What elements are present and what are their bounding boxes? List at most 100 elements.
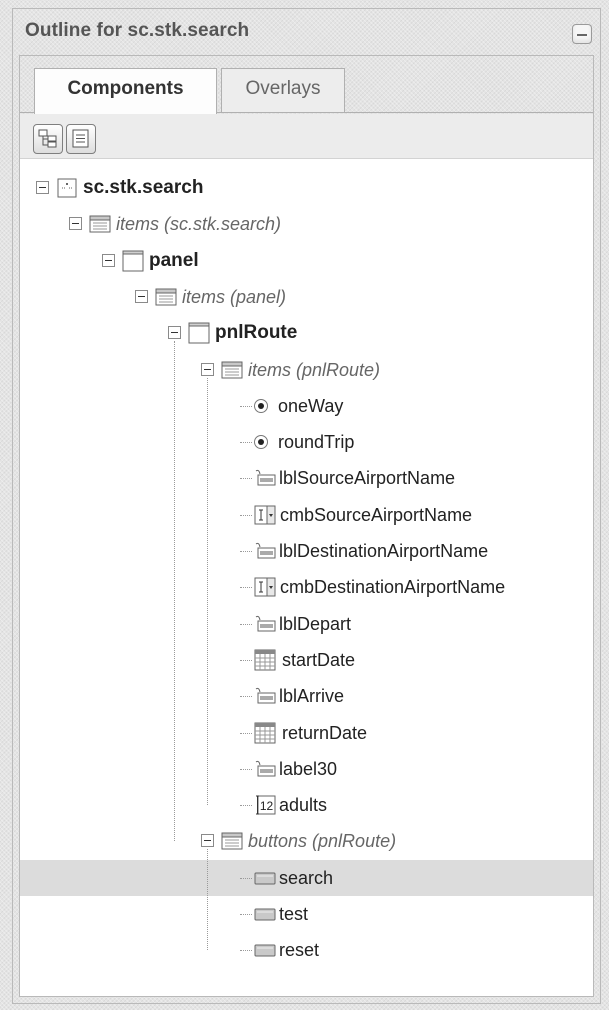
tree-connector (240, 623, 252, 625)
tree-connector (240, 659, 252, 661)
tree-connector (240, 914, 252, 915)
items-group-icon (89, 213, 111, 235)
tree-connector (240, 514, 252, 516)
tree-connector (240, 768, 252, 770)
tree-node-label: buttons (pnlRoute) (248, 831, 397, 852)
tree-node[interactable]: lblArrive (20, 678, 593, 714)
tree-connector (240, 551, 252, 552)
outline-toolbar (20, 114, 593, 158)
number-field-icon: 12 (254, 794, 276, 816)
collapse-toggle-icon[interactable] (201, 362, 214, 376)
tree-node-label: cmbSourceAirportName (280, 504, 473, 525)
tree-node-label: sc.stk.search (83, 177, 204, 198)
tree-node[interactable]: reset (20, 932, 593, 968)
tree-node[interactable]: oneWay (20, 388, 593, 424)
tree-view-button[interactable] (33, 124, 63, 154)
tree-guide-line (174, 341, 175, 842)
panel-title: Outline for sc.stk.search (25, 20, 250, 41)
tree-node-label: items (sc.stk.search) (116, 214, 282, 235)
collapse-toggle-icon[interactable] (102, 253, 115, 267)
tree-node[interactable]: search (20, 859, 593, 896)
outline-tree: sc.stk.search items (sc.stk.search) panel i… (20, 158, 593, 996)
tree-connector (240, 732, 252, 734)
tree-node-label: lblArrive (279, 686, 345, 707)
collapse-toggle-icon[interactable] (168, 326, 181, 340)
label-icon (254, 540, 276, 562)
minus-icon (577, 34, 587, 36)
date-field-icon (254, 722, 276, 744)
label-icon (254, 758, 276, 780)
collapse-toggle-icon[interactable] (135, 289, 148, 303)
tree-connector (240, 405, 252, 407)
tree-node-label: search (279, 867, 334, 888)
tree-node[interactable]: returnDate (20, 715, 593, 751)
tree-guide-line (207, 377, 208, 806)
tree-connector (240, 442, 252, 444)
label-icon (254, 613, 276, 635)
radio-icon (254, 435, 268, 450)
tree-node[interactable]: buttons (pnlRoute) (20, 823, 593, 859)
items-group-icon (221, 830, 243, 852)
tab-overlays[interactable]: Overlays (221, 68, 345, 112)
outline-panel: Outline for sc.stk.search Components Ove… (12, 8, 601, 1004)
tree-node[interactable]: 12 adults (20, 787, 593, 823)
tree-node-label: items (panel) (182, 286, 287, 307)
button-icon (254, 903, 276, 925)
svg-text:12: 12 (260, 799, 274, 813)
tree-node[interactable]: pnlRoute (20, 315, 593, 351)
tree-node-label: lblSourceAirportName (279, 468, 456, 489)
tree-node[interactable]: sc.stk.search (20, 170, 593, 206)
panel-header: Outline for sc.stk.search (13, 9, 600, 53)
combobox-icon (254, 576, 276, 598)
collapse-toggle-icon[interactable] (69, 217, 82, 231)
tree-node-label: roundTrip (278, 432, 355, 453)
tree-node-label: returnDate (282, 722, 368, 743)
tree-connector (240, 478, 252, 480)
tree-node-label: oneWay (278, 395, 344, 416)
tree-node[interactable]: items (panel) (20, 279, 593, 315)
collapse-toggle-icon[interactable] (201, 834, 214, 848)
tree-node-label: reset (279, 940, 320, 961)
tree-node[interactable]: items (pnlRoute) (20, 352, 593, 388)
tree-node-label: startDate (282, 649, 356, 670)
tree-connector (240, 950, 252, 952)
collapse-toggle-icon[interactable] (36, 181, 49, 194)
panel-icon (122, 250, 144, 272)
tree-connector (240, 587, 252, 589)
tree-node-label: test (279, 904, 309, 924)
tree-node-label: pnlRoute (215, 322, 298, 344)
tree-node[interactable]: items (sc.stk.search) (20, 206, 593, 242)
tree-node[interactable]: panel (20, 243, 593, 279)
tree-node[interactable]: lblDestinationAirportName (20, 533, 593, 569)
tab-components[interactable]: Components (34, 68, 217, 115)
button-icon (254, 867, 276, 889)
tree-node-label: panel (149, 249, 199, 271)
panel-content: Components Overlays sc.stk.search items (… (19, 55, 594, 997)
tree-connector (240, 696, 252, 698)
tree-node[interactable]: lblSourceAirportName (20, 460, 593, 496)
tree-node[interactable]: test (20, 896, 593, 932)
collapse-button[interactable] (572, 24, 592, 44)
tree-node-label: lblDestinationAirportName (279, 541, 489, 561)
tree-node[interactable]: startDate (20, 642, 593, 678)
tree-node-label: cmbDestinationAirportName (280, 577, 506, 598)
label-icon (254, 685, 276, 707)
tree-node-label: items (pnlRoute) (248, 359, 381, 380)
radio-icon (254, 398, 268, 413)
tree-node[interactable]: cmbSourceAirportName (20, 497, 593, 533)
tree-node-label: label30 (279, 758, 338, 779)
list-view-button[interactable] (66, 124, 96, 154)
component-icon (56, 177, 78, 199)
tree-node[interactable]: cmbDestinationAirportName (20, 569, 593, 605)
date-field-icon (254, 649, 276, 671)
items-group-icon (155, 286, 177, 308)
tree-node-label: lblDepart (279, 613, 352, 634)
tree-node-label: adults (279, 795, 328, 816)
tree-node[interactable]: lblDepart (20, 606, 593, 642)
combobox-icon (254, 504, 276, 526)
tree-connector (240, 877, 252, 879)
tree-node[interactable]: roundTrip (20, 424, 593, 460)
tab-strip: Components Overlays (20, 56, 593, 115)
panel-icon (188, 322, 210, 344)
tree-node[interactable]: label30 (20, 751, 593, 787)
